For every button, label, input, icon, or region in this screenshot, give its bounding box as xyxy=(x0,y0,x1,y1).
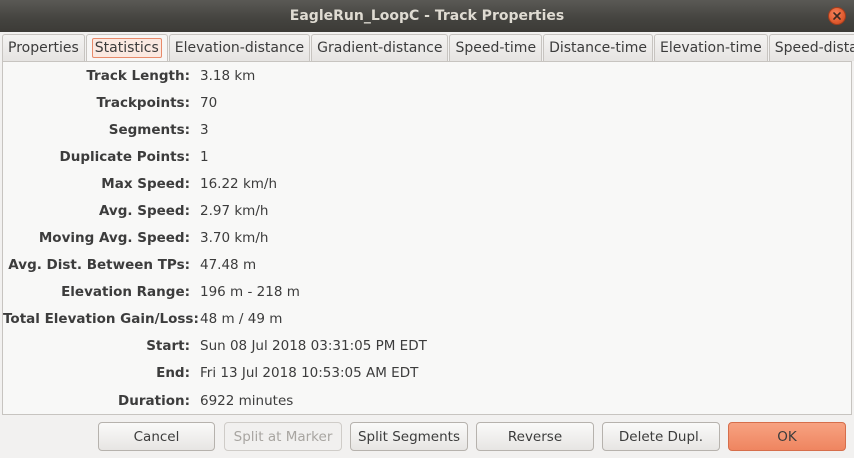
stat-value: 2.97 km/h xyxy=(200,203,269,219)
cancel-button[interactable]: Cancel xyxy=(98,422,215,451)
stat-label: Max Speed: xyxy=(101,176,190,192)
tab-speed-distance[interactable]: Speed-distance xyxy=(768,34,854,61)
stat-row-segments: Segments: 3 xyxy=(3,120,851,140)
stat-label: Segments: xyxy=(108,122,190,138)
stat-value: 1 xyxy=(200,149,209,165)
stat-label: Moving Avg. Speed: xyxy=(38,230,190,246)
tab-bar: Properties Statistics Elevation-distance… xyxy=(2,34,854,61)
delete-duplicates-button[interactable]: Delete Dupl. xyxy=(602,422,720,451)
stat-value: 16.22 km/h xyxy=(200,176,278,192)
stat-label: Total Elevation Gain/Loss: xyxy=(3,311,199,327)
stat-row-avg-dist-between-tps: Avg. Dist. Between TPs: 47.48 m xyxy=(3,255,851,275)
tab-elevation-distance[interactable]: Elevation-distance xyxy=(168,34,311,61)
stat-value: 6922 minutes xyxy=(200,393,294,409)
tab-speed-time[interactable]: Speed-time xyxy=(449,34,543,61)
stat-label: Duplicate Points: xyxy=(59,149,190,165)
stat-label: Elevation Range: xyxy=(61,284,190,300)
stat-row-start: Start: Sun 08 Jul 2018 03:31:05 PM EDT xyxy=(3,336,851,356)
stat-label: End: xyxy=(156,365,190,381)
stat-label: Track Length: xyxy=(86,68,190,84)
stat-value: 3.18 km xyxy=(200,68,256,84)
stat-value: 48 m / 49 m xyxy=(200,311,283,327)
tab-label: Properties xyxy=(8,40,79,56)
stat-value: 70 xyxy=(200,95,218,111)
tab-statistics[interactable]: Statistics xyxy=(85,34,168,61)
stat-row-elevation-gain-loss: Total Elevation Gain/Loss: 48 m / 49 m xyxy=(3,309,851,329)
stat-label: Start: xyxy=(146,338,190,354)
close-button[interactable] xyxy=(828,7,846,25)
tab-gradient-distance[interactable]: Gradient-distance xyxy=(311,34,449,61)
stat-row-avg-speed: Avg. Speed: 2.97 km/h xyxy=(3,201,851,221)
stat-value: 3 xyxy=(200,122,209,138)
dialog-buttons: Cancel Split at Marker Split Segments Re… xyxy=(0,422,854,452)
stat-value: 47.48 m xyxy=(200,257,257,273)
ok-button[interactable]: OK xyxy=(728,422,846,451)
tab-label: Elevation-distance xyxy=(174,40,305,56)
tab-label: Speed-time xyxy=(455,40,537,56)
stat-label: Duration: xyxy=(118,393,190,409)
tab-distance-time[interactable]: Distance-time xyxy=(543,34,653,61)
tab-label: Elevation-time xyxy=(659,40,762,56)
stat-label: Trackpoints: xyxy=(96,95,190,111)
statistics-panel: Track Length: 3.18 km Trackpoints: 70 Se… xyxy=(2,61,852,415)
tab-label: Distance-time xyxy=(549,40,647,56)
split-at-marker-button[interactable]: Split at Marker xyxy=(224,422,342,451)
window-titlebar: EagleRun_LoopC - Track Properties xyxy=(0,0,854,32)
stat-label: Avg. Speed: xyxy=(98,203,190,219)
stat-row-track-length: Track Length: 3.18 km xyxy=(3,66,851,86)
tab-label: Speed-distance xyxy=(774,40,854,56)
close-icon xyxy=(833,12,841,20)
stat-row-duration: Duration: 6922 minutes xyxy=(3,391,851,411)
stat-row-moving-avg-speed: Moving Avg. Speed: 3.70 km/h xyxy=(3,228,851,248)
stat-row-end: End: Fri 13 Jul 2018 10:53:05 AM EDT xyxy=(3,363,851,383)
stat-label: Avg. Dist. Between TPs: xyxy=(8,257,190,273)
tab-elevation-time[interactable]: Elevation-time xyxy=(653,34,768,61)
tab-label: Statistics xyxy=(91,38,162,58)
tab-label: Gradient-distance xyxy=(317,40,443,56)
split-segments-button[interactable]: Split Segments xyxy=(350,422,468,451)
stat-row-max-speed: Max Speed: 16.22 km/h xyxy=(3,174,851,194)
stat-value: 3.70 km/h xyxy=(200,230,269,246)
stat-row-elevation-range: Elevation Range: 196 m - 218 m xyxy=(3,282,851,302)
stat-value: Fri 13 Jul 2018 10:53:05 AM EDT xyxy=(200,365,419,381)
stat-value: 196 m - 218 m xyxy=(200,284,300,300)
stat-row-trackpoints: Trackpoints: 70 xyxy=(3,93,851,113)
window-title: EagleRun_LoopC - Track Properties xyxy=(289,8,565,24)
stat-value: Sun 08 Jul 2018 03:31:05 PM EDT xyxy=(200,338,427,354)
stat-row-duplicate-points: Duplicate Points: 1 xyxy=(3,147,851,167)
reverse-button[interactable]: Reverse xyxy=(476,422,594,451)
tab-properties[interactable]: Properties xyxy=(2,34,85,61)
